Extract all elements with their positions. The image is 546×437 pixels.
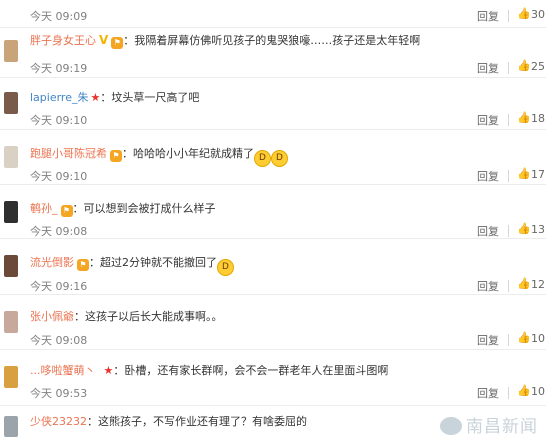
avatar[interactable] (4, 416, 18, 437)
vip-badge-icon: ⚑ (110, 150, 122, 162)
star-icon: ★ (103, 364, 114, 377)
thumbs-up-icon[interactable]: 👍 (517, 384, 531, 397)
username-link[interactable]: 鹌孙_ (30, 202, 58, 215)
divider (508, 114, 509, 126)
comment-text: ：这熊孩子，不写作业还有理了？有啥委屈的 (87, 415, 307, 428)
comment-time: 今天 09:10 (30, 114, 88, 127)
like-count: 10 (531, 332, 545, 345)
vip-badge-icon: ⚑ (60, 205, 73, 217)
comment-time: 今天 09:16 (30, 280, 88, 293)
comment-text: ：超过2分钟就不能撤回了 (89, 256, 217, 269)
comment-line: 鹌孙_ ⚑ ：可以想到会被打成什么样子 (30, 201, 536, 217)
like-count: 13 (531, 223, 545, 236)
vip-badge-icon: ⚑ (111, 37, 124, 49)
comment-row: 跑腿小哥陈冠希 ⚑ ：哈哈哈小小年纪就成精了 D D 今天 09:10 回复 👍 17 (0, 130, 546, 185)
divider (508, 387, 509, 399)
like-count: 17 (531, 168, 545, 181)
comment-line: 少侠23232：这熊孩子，不写作业还有理了？有啥委屈的 (30, 414, 426, 430)
thumbs-up-icon[interactable]: 👍 (517, 167, 531, 180)
divider (508, 170, 509, 182)
thumbs-up-icon[interactable]: 👍 (517, 331, 531, 344)
comment-row: ...哆啦蟹萌丶 ★：卧槽，还有家长群啊，会不会一群老年人在里面斗图啊 今天 09… (0, 350, 546, 406)
avatar[interactable] (4, 201, 18, 223)
comment-line: 胖子身女王心 V ⚑ ：我隔着屏幕仿佛听见孩子的鬼哭狼嚎……孩子还是太年轻啊 (30, 32, 536, 49)
comment-time: 今天 09:09 (30, 10, 88, 23)
comment-text: ：这孩子以后长大能成事啊。。 (74, 310, 223, 323)
username-link[interactable]: ...哆啦蟹萌丶 (30, 364, 96, 377)
comment-line: lapierre_朱 ★：坟头草一尺高了吧 (30, 90, 536, 106)
thumbs-up-icon[interactable]: 👍 (517, 222, 531, 235)
thumbs-up-icon[interactable]: 👍 (517, 277, 531, 290)
reply-button[interactable]: 回复 (477, 385, 499, 401)
reply-button[interactable]: 回复 (477, 332, 499, 348)
vip-badge-icon: ⚑ (77, 259, 89, 271)
comment-row: 流光倒影 ⚑ ：超过2分钟就不能撤回了 D 今天 09:16 回复 👍 12 (0, 239, 546, 295)
thumbs-up-icon[interactable]: 👍 (517, 59, 531, 72)
like-count: 18 (531, 112, 545, 125)
comment-row: 鹌孙_ ⚑ ：可以想到会被打成什么样子 今天 09:08 回复 👍 13 (0, 185, 546, 239)
reply-button[interactable]: 回复 (477, 60, 499, 76)
divider (508, 62, 509, 74)
username-link[interactable]: 流光倒影 (30, 256, 74, 269)
reply-button[interactable]: 回复 (477, 223, 499, 239)
divider (508, 334, 509, 346)
comment-time: 今天 09:08 (30, 334, 88, 347)
like-count: 12 (531, 278, 545, 291)
username-link[interactable]: 张小佩爺 (30, 310, 74, 323)
comment-text: ：坟头草一尺高了吧 (100, 91, 200, 104)
star-icon: ★ (90, 91, 101, 104)
comment-text: ：我隔着屏幕仿佛听见孩子的鬼哭狼嚎……孩子还是太年轻啊 (123, 34, 421, 47)
avatar[interactable] (4, 146, 18, 168)
divider (508, 225, 509, 237)
comment-row: 今天 09:09 回复 👍 30 (0, 0, 546, 28)
reply-button[interactable]: 回复 (477, 278, 499, 294)
username-link[interactable]: lapierre_朱 (30, 91, 88, 104)
thumbs-up-icon[interactable]: 👍 (517, 7, 531, 20)
reply-button[interactable]: 回复 (477, 168, 499, 184)
comment-text: ：哈哈哈小小年纪就成精了 (122, 147, 254, 160)
reply-button[interactable]: 回复 (477, 112, 499, 128)
reply-button[interactable]: 回复 (477, 8, 499, 24)
comment-line: 张小佩爺：这孩子以后长大能成事啊。。 (30, 309, 536, 325)
laughing-emoji-icon: D (217, 259, 234, 276)
avatar[interactable] (4, 311, 18, 333)
username-link[interactable]: 胖子身女王心 (30, 34, 96, 47)
vip-crown-icon: V (99, 33, 109, 47)
like-count: 10 (531, 385, 545, 398)
comment-row: lapierre_朱 ★：坟头草一尺高了吧 今天 09:10 回复 👍 18 (0, 78, 546, 130)
username-link[interactable]: 少侠23232 (30, 415, 87, 428)
avatar[interactable] (4, 40, 18, 62)
comment-line: 跑腿小哥陈冠希 ⚑ ：哈哈哈小小年纪就成精了 D D (30, 146, 536, 167)
avatar[interactable] (4, 255, 18, 277)
divider (508, 10, 509, 22)
avatar[interactable] (4, 92, 18, 114)
comment-time: 今天 09:19 (30, 62, 88, 75)
avatar[interactable] (4, 366, 18, 388)
watermark: 南昌新闻 (440, 412, 538, 437)
laughing-emoji-icon: D (271, 150, 288, 167)
comment-time: 今天 09:53 (30, 387, 88, 400)
like-count: 25 (531, 60, 545, 73)
comment-line: ...哆啦蟹萌丶 ★：卧槽，还有家长群啊，会不会一群老年人在里面斗图啊 (30, 363, 536, 379)
comment-row: 张小佩爺：这孩子以后长大能成事啊。。 今天 09:08 回复 👍 10 (0, 295, 546, 350)
comment-line: 流光倒影 ⚑ ：超过2分钟就不能撤回了 D (30, 255, 536, 276)
thumbs-up-icon[interactable]: 👍 (517, 111, 531, 124)
laughing-emoji-icon: D (254, 150, 271, 167)
wechat-logo-icon (440, 417, 462, 435)
comment-text: ：可以想到会被打成什么样子 (72, 202, 216, 215)
watermark-text: 南昌新闻 (466, 417, 538, 437)
username-link[interactable]: 跑腿小哥陈冠希 (30, 147, 107, 160)
comment-text: ：卧槽，还有家长群啊，会不会一群老年人在里面斗图啊 (113, 364, 389, 377)
divider (508, 280, 509, 292)
comment-row: 胖子身女王心 V ⚑ ：我隔着屏幕仿佛听见孩子的鬼哭狼嚎……孩子还是太年轻啊 今天 0… (0, 28, 546, 78)
comment-time: 今天 09:10 (30, 170, 88, 183)
like-count: 30 (531, 8, 545, 21)
comment-time: 今天 09:08 (30, 225, 88, 238)
